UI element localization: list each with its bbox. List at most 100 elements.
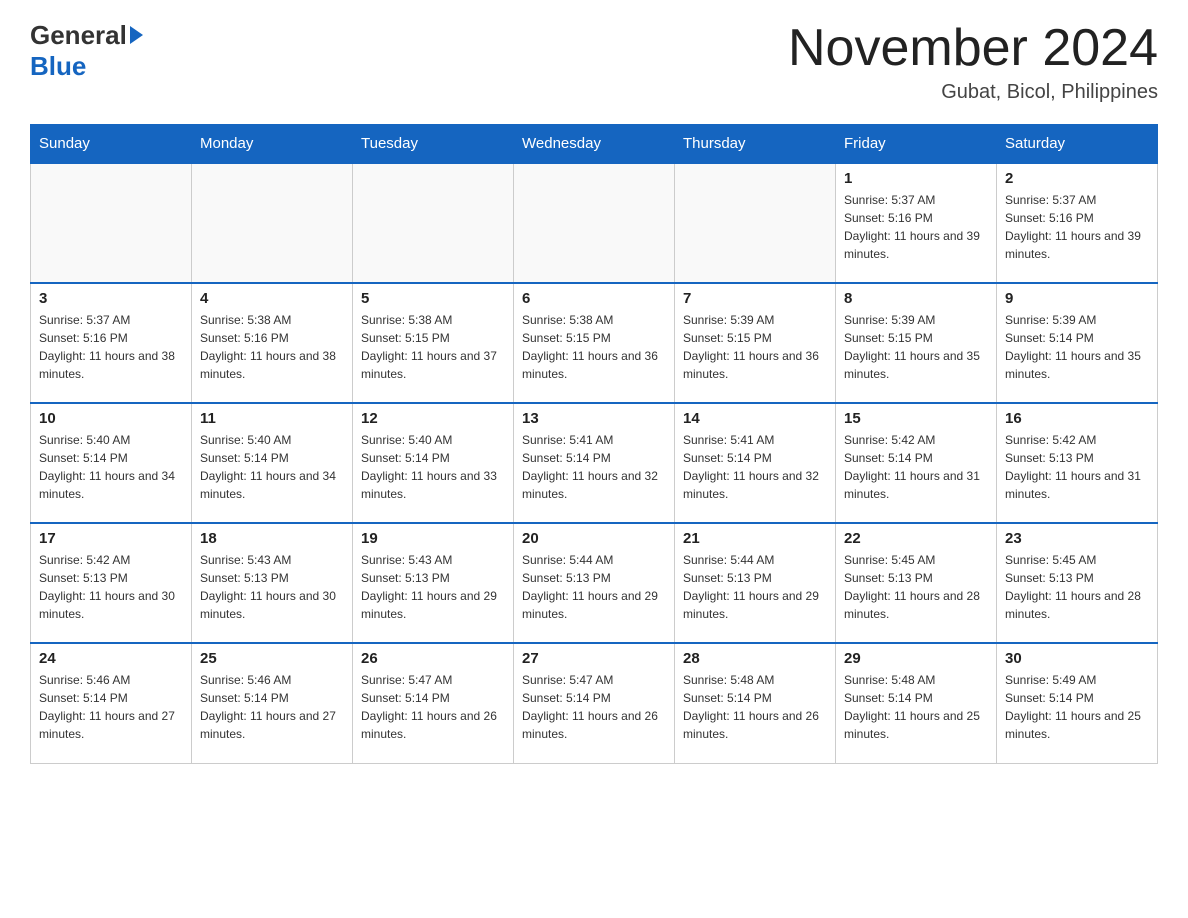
day-info: Sunrise: 5:48 AMSunset: 5:14 PMDaylight:… xyxy=(683,671,827,743)
day-number: 7 xyxy=(683,290,827,307)
logo-general: General xyxy=(30,20,127,51)
table-row: 3 Sunrise: 5:37 AMSunset: 5:16 PMDaylight… xyxy=(31,283,192,403)
table-row: 28 Sunrise: 5:48 AMSunset: 5:14 PMDayligh… xyxy=(675,643,836,763)
calendar-week-row: 3 Sunrise: 5:37 AMSunset: 5:16 PMDaylight… xyxy=(31,283,1158,403)
table-row xyxy=(31,163,192,283)
day-number: 11 xyxy=(200,410,344,427)
day-info: Sunrise: 5:41 AMSunset: 5:14 PMDaylight:… xyxy=(683,431,827,503)
table-row: 30Sunrise: 5:49 AMSunset: 5:14 PMDayligh… xyxy=(997,643,1158,763)
header-wednesday: Wednesday xyxy=(514,125,675,164)
table-row: 16Sunrise: 5:42 AMSunset: 5:13 PMDayligh… xyxy=(997,403,1158,523)
table-row: 27 Sunrise: 5:47 AMSunset: 5:14 PMDayligh… xyxy=(514,643,675,763)
day-number: 14 xyxy=(683,410,827,427)
header-thursday: Thursday xyxy=(675,125,836,164)
day-number: 9 xyxy=(1005,290,1149,307)
table-row xyxy=(192,163,353,283)
day-number: 23 xyxy=(1005,530,1149,547)
day-number: 25 xyxy=(200,650,344,667)
day-info: Sunrise: 5:44 AMSunset: 5:13 PMDaylight:… xyxy=(522,551,666,623)
table-row: 8Sunrise: 5:39 AMSunset: 5:15 PMDaylight… xyxy=(836,283,997,403)
day-info: Sunrise: 5:44 AMSunset: 5:13 PMDaylight:… xyxy=(683,551,827,623)
table-row: 29 Sunrise: 5:48 AMSunset: 5:14 PMDayligh… xyxy=(836,643,997,763)
table-row: 19 Sunrise: 5:43 AMSunset: 5:13 PMDayligh… xyxy=(353,523,514,643)
table-row: 14 Sunrise: 5:41 AMSunset: 5:14 PMDayligh… xyxy=(675,403,836,523)
day-info: Sunrise: 5:39 AMSunset: 5:14 PMDaylight:… xyxy=(1005,311,1149,383)
table-row xyxy=(514,163,675,283)
day-number: 4 xyxy=(200,290,344,307)
day-info: Sunrise: 5:45 AMSunset: 5:13 PMDaylight:… xyxy=(1005,551,1149,623)
day-number: 18 xyxy=(200,530,344,547)
calendar-table: Sunday Monday Tuesday Wednesday Thursday… xyxy=(30,124,1158,764)
header: General Blue November 2024 Gubat, Bicol,… xyxy=(30,20,1158,104)
day-info: Sunrise: 5:37 AMSunset: 5:16 PMDaylight:… xyxy=(39,311,183,383)
day-number: 10 xyxy=(39,410,183,427)
location-subtitle: Gubat, Bicol, Philippines xyxy=(788,81,1158,104)
calendar-week-row: 17Sunrise: 5:42 AMSunset: 5:13 PMDayligh… xyxy=(31,523,1158,643)
table-row: 12 Sunrise: 5:40 AMSunset: 5:14 PMDayligh… xyxy=(353,403,514,523)
table-row: 23 Sunrise: 5:45 AMSunset: 5:13 PMDayligh… xyxy=(997,523,1158,643)
day-info: Sunrise: 5:45 AMSunset: 5:13 PMDaylight:… xyxy=(844,551,988,623)
day-info: Sunrise: 5:39 AMSunset: 5:15 PMDaylight:… xyxy=(844,311,988,383)
day-info: Sunrise: 5:48 AMSunset: 5:14 PMDaylight:… xyxy=(844,671,988,743)
day-info: Sunrise: 5:40 AMSunset: 5:14 PMDaylight:… xyxy=(39,431,183,503)
day-number: 1 xyxy=(844,170,988,187)
table-row: 9 Sunrise: 5:39 AMSunset: 5:14 PMDaylight… xyxy=(997,283,1158,403)
calendar-week-row: 1 Sunrise: 5:37 AMSunset: 5:16 PMDaylight… xyxy=(31,163,1158,283)
table-row: 26Sunrise: 5:47 AMSunset: 5:14 PMDayligh… xyxy=(353,643,514,763)
day-info: Sunrise: 5:40 AMSunset: 5:14 PMDaylight:… xyxy=(200,431,344,503)
day-info: Sunrise: 5:41 AMSunset: 5:14 PMDaylight:… xyxy=(522,431,666,503)
table-row: 2 Sunrise: 5:37 AMSunset: 5:16 PMDaylight… xyxy=(997,163,1158,283)
table-row: 21Sunrise: 5:44 AMSunset: 5:13 PMDayligh… xyxy=(675,523,836,643)
day-number: 2 xyxy=(1005,170,1149,187)
day-info: Sunrise: 5:43 AMSunset: 5:13 PMDaylight:… xyxy=(361,551,505,623)
day-number: 24 xyxy=(39,650,183,667)
day-info: Sunrise: 5:38 AMSunset: 5:15 PMDaylight:… xyxy=(522,311,666,383)
table-row: 24Sunrise: 5:46 AMSunset: 5:14 PMDayligh… xyxy=(31,643,192,763)
day-info: Sunrise: 5:40 AMSunset: 5:14 PMDaylight:… xyxy=(361,431,505,503)
table-row: 11 Sunrise: 5:40 AMSunset: 5:14 PMDayligh… xyxy=(192,403,353,523)
table-row: 22 Sunrise: 5:45 AMSunset: 5:13 PMDayligh… xyxy=(836,523,997,643)
table-row: 5 Sunrise: 5:38 AMSunset: 5:15 PMDaylight… xyxy=(353,283,514,403)
day-number: 22 xyxy=(844,530,988,547)
header-monday: Monday xyxy=(192,125,353,164)
logo-area: General Blue xyxy=(30,20,143,82)
day-number: 5 xyxy=(361,290,505,307)
day-number: 3 xyxy=(39,290,183,307)
table-row: 10 Sunrise: 5:40 AMSunset: 5:14 PMDayligh… xyxy=(31,403,192,523)
day-info: Sunrise: 5:38 AMSunset: 5:15 PMDaylight:… xyxy=(361,311,505,383)
day-number: 19 xyxy=(361,530,505,547)
header-friday: Friday xyxy=(836,125,997,164)
table-row xyxy=(675,163,836,283)
day-number: 16 xyxy=(1005,410,1149,427)
weekday-header-row: Sunday Monday Tuesday Wednesday Thursday… xyxy=(31,125,1158,164)
title-area: November 2024 Gubat, Bicol, Philippines xyxy=(788,20,1158,104)
header-sunday: Sunday xyxy=(31,125,192,164)
table-row xyxy=(353,163,514,283)
day-number: 27 xyxy=(522,650,666,667)
day-info: Sunrise: 5:37 AMSunset: 5:16 PMDaylight:… xyxy=(1005,191,1149,263)
day-number: 6 xyxy=(522,290,666,307)
table-row: 17Sunrise: 5:42 AMSunset: 5:13 PMDayligh… xyxy=(31,523,192,643)
day-info: Sunrise: 5:47 AMSunset: 5:14 PMDaylight:… xyxy=(361,671,505,743)
table-row: 20 Sunrise: 5:44 AMSunset: 5:13 PMDayligh… xyxy=(514,523,675,643)
day-info: Sunrise: 5:46 AMSunset: 5:14 PMDaylight:… xyxy=(200,671,344,743)
day-number: 28 xyxy=(683,650,827,667)
day-info: Sunrise: 5:47 AMSunset: 5:14 PMDaylight:… xyxy=(522,671,666,743)
day-info: Sunrise: 5:37 AMSunset: 5:16 PMDaylight:… xyxy=(844,191,988,263)
day-number: 20 xyxy=(522,530,666,547)
logo-triangle-icon xyxy=(130,26,143,44)
table-row: 4 Sunrise: 5:38 AMSunset: 5:16 PMDaylight… xyxy=(192,283,353,403)
table-row: 7Sunrise: 5:39 AMSunset: 5:15 PMDaylight… xyxy=(675,283,836,403)
day-number: 12 xyxy=(361,410,505,427)
day-number: 13 xyxy=(522,410,666,427)
day-number: 29 xyxy=(844,650,988,667)
day-info: Sunrise: 5:38 AMSunset: 5:16 PMDaylight:… xyxy=(200,311,344,383)
table-row: 18Sunrise: 5:43 AMSunset: 5:13 PMDayligh… xyxy=(192,523,353,643)
table-row: 15 Sunrise: 5:42 AMSunset: 5:14 PMDayligh… xyxy=(836,403,997,523)
day-number: 15 xyxy=(844,410,988,427)
logo-blue: Blue xyxy=(30,51,143,82)
table-row: 1 Sunrise: 5:37 AMSunset: 5:16 PMDaylight… xyxy=(836,163,997,283)
header-saturday: Saturday xyxy=(997,125,1158,164)
day-info: Sunrise: 5:42 AMSunset: 5:14 PMDaylight:… xyxy=(844,431,988,503)
table-row: 13 Sunrise: 5:41 AMSunset: 5:14 PMDayligh… xyxy=(514,403,675,523)
